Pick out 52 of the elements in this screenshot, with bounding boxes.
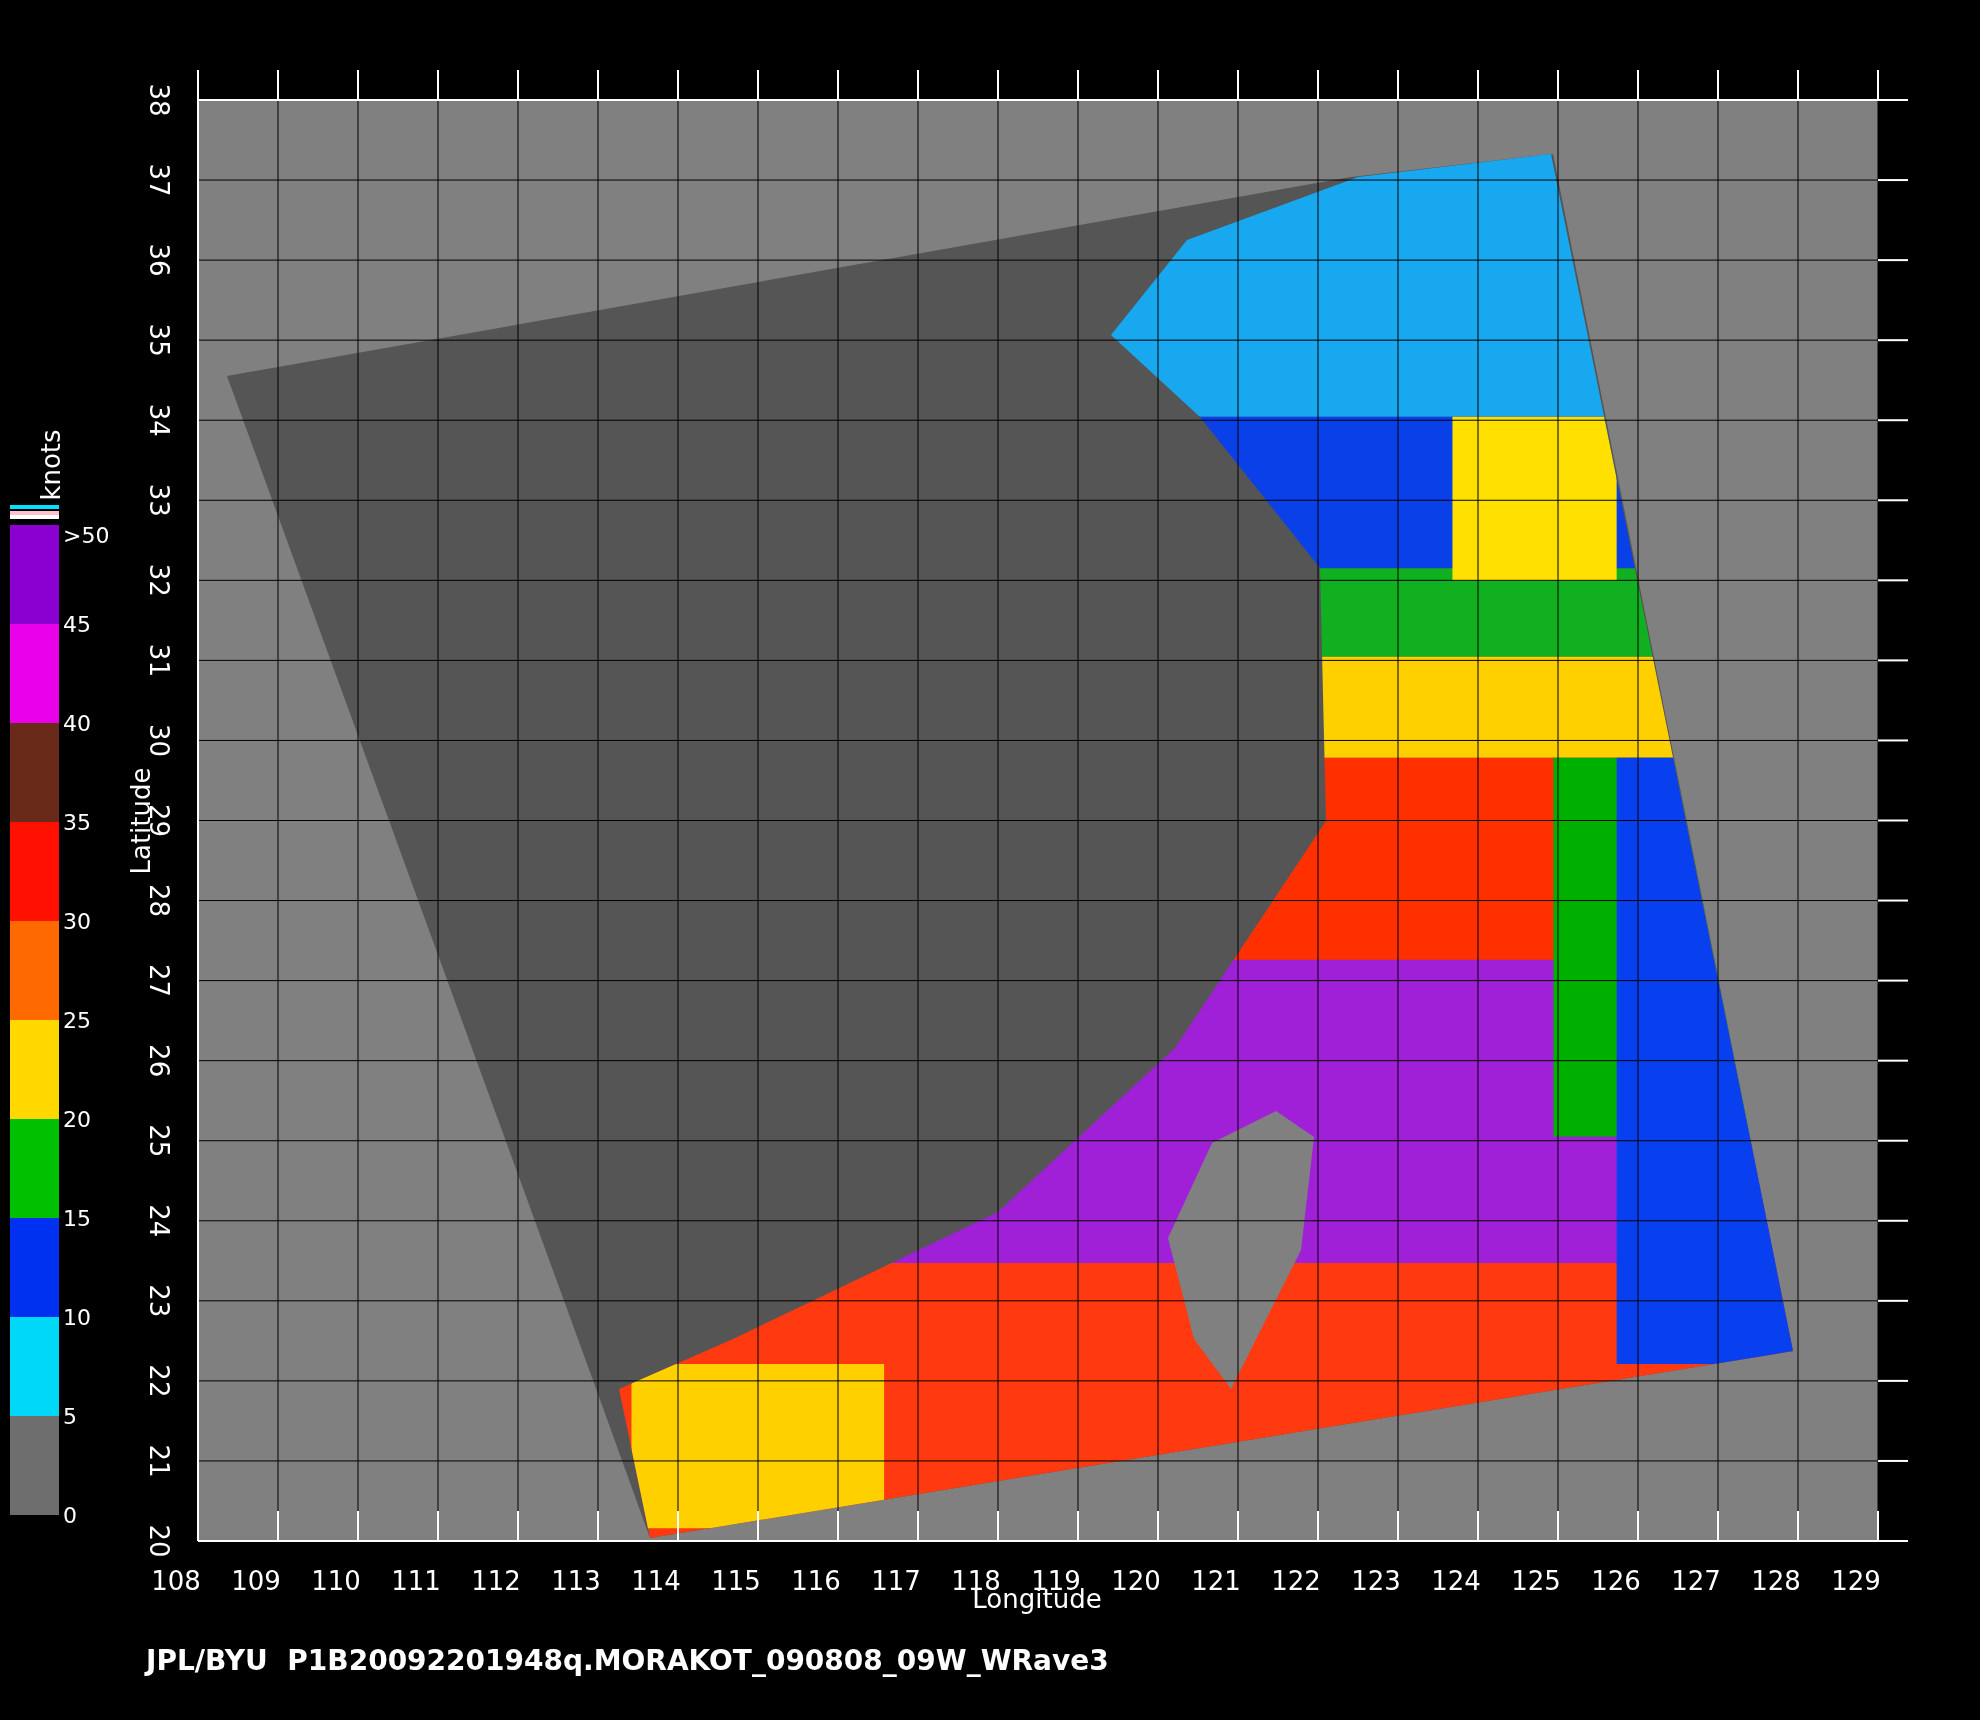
footer-caption: JPL/BYU P1B20092201948q.MORAKOT_090808_09W_WRave3 <box>146 1644 1109 1677</box>
latitude-tick-label: 34 <box>144 403 174 437</box>
longitude-tick-label: 123 <box>1351 1566 1401 1596</box>
latitude-tick-label: 37 <box>144 163 174 197</box>
latitude-tick-label: 28 <box>144 884 174 918</box>
longitude-tick-label: 121 <box>1191 1566 1241 1596</box>
longitude-tick-label: 111 <box>391 1566 441 1596</box>
latitude-tick-label: 31 <box>144 643 174 677</box>
colorbar-label: 25 <box>63 1008 91 1033</box>
longitude-tick-label: 120 <box>1111 1566 1161 1596</box>
longitude-tick-label: 110 <box>311 1566 361 1596</box>
longitude-tick-label: 115 <box>711 1566 761 1596</box>
colorbar-label: 0 <box>63 1503 77 1528</box>
colorbar-label: 30 <box>63 909 91 934</box>
latitude-tick-label: 35 <box>144 323 174 357</box>
colorbar-label: 20 <box>63 1107 91 1132</box>
longitude-tick-label: 117 <box>871 1566 921 1596</box>
colorbar-label: >50 <box>63 523 110 548</box>
colorbar-title: knots <box>36 429 66 501</box>
latitude-tick-label: 23 <box>144 1284 174 1318</box>
colorbar-label: 15 <box>63 1206 91 1231</box>
longitude-tick-label: 122 <box>1271 1566 1321 1596</box>
longitude-tick-label: 114 <box>631 1566 681 1596</box>
latitude-tick-label: 27 <box>144 964 174 998</box>
latitude-tick-label: 30 <box>144 723 174 757</box>
latitude-tick-label: 33 <box>144 483 174 517</box>
longitude-tick-label: 109 <box>231 1566 281 1596</box>
longitude-tick-label: 125 <box>1511 1566 1561 1596</box>
latitude-tick-label: 38 <box>144 83 174 117</box>
colorbar-label: 35 <box>63 810 91 835</box>
latitude-tick-label: 20 <box>144 1524 174 1558</box>
longitude-tick-label: 129 <box>1831 1566 1881 1596</box>
colorbar-label: 40 <box>63 711 91 736</box>
longitude-tick-label: 127 <box>1671 1566 1721 1596</box>
latitude-tick-label: 22 <box>144 1364 174 1398</box>
latitude-tick-label: 25 <box>144 1124 174 1158</box>
longitude-tick-label: 108 <box>151 1566 201 1596</box>
longitude-tick-label: 126 <box>1591 1566 1641 1596</box>
latitude-tick-label: 24 <box>144 1204 174 1238</box>
longitude-tick-label: 128 <box>1751 1566 1801 1596</box>
longitude-tick-label: 124 <box>1431 1566 1481 1596</box>
colorbar-label: 10 <box>63 1305 91 1330</box>
longitude-tick-label: 112 <box>471 1566 521 1596</box>
latitude-tick-label: 36 <box>144 243 174 277</box>
latitude-tick-label: 21 <box>144 1444 174 1478</box>
colorbar-top-stripes-drawing <box>10 505 59 519</box>
latitude-tick-label: 32 <box>144 563 174 597</box>
colorbar-label: 5 <box>63 1404 77 1429</box>
latitude-tick-label: 26 <box>144 1044 174 1078</box>
colorbar-label: 45 <box>63 612 91 637</box>
longitude-tick-label: 116 <box>791 1566 841 1596</box>
longitude-tick-label: 113 <box>551 1566 601 1596</box>
